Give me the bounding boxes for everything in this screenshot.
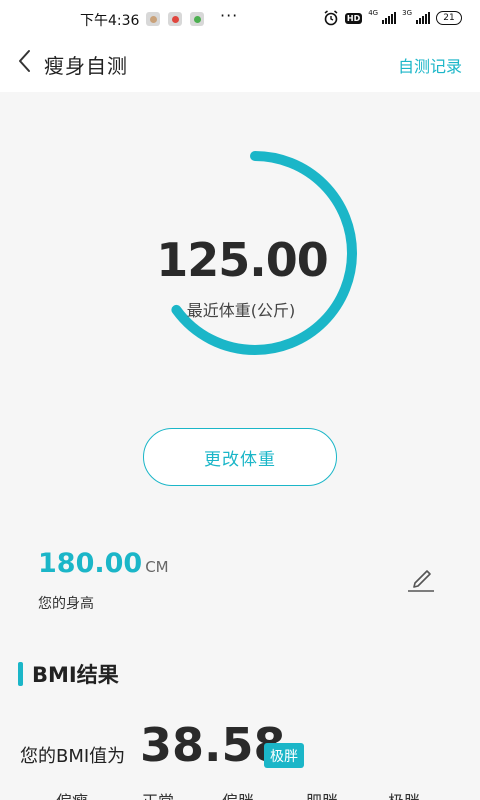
notification-app-icon [190, 12, 204, 26]
change-weight-button[interactable]: 更改体重 [143, 428, 337, 486]
page-title: 瘦身自测 [44, 54, 128, 78]
battery-icon: 21 [436, 11, 462, 25]
bmi-scale-label: 偏胖 [222, 788, 254, 800]
notification-app-icon [168, 12, 182, 26]
self-test-record-link[interactable]: 自测记录 [398, 53, 462, 77]
header: 瘦身自测 自测记录 [0, 38, 480, 90]
bmi-section-title: BMI结果 [32, 663, 119, 687]
network-3g-label: 3G [402, 9, 412, 17]
height-label: 您的身高 [38, 596, 94, 612]
signal-icon [382, 12, 397, 24]
bmi-scale-label: 正常 [142, 788, 174, 800]
more-notifications-icon: ··· [220, 6, 239, 25]
system-icons: HD 4G 3G 21 [323, 9, 462, 26]
notification-app-icon [146, 12, 160, 26]
bmi-scale-label: 极胖 [388, 788, 420, 800]
status-time: 下午4:36 [80, 13, 140, 29]
height-value: 180.00 [38, 548, 143, 579]
network-4g-label: 4G [368, 9, 379, 17]
height-display: 180.00 CM [38, 548, 169, 579]
bmi-category-badge: 极胖 [264, 743, 304, 768]
bmi-scale-label: 偏瘦 [56, 788, 88, 800]
signal-icon [416, 12, 430, 24]
bmi-scale: 偏瘦 正常 偏胖 肥胖 极胖 [0, 788, 480, 800]
alarm-icon [324, 10, 338, 26]
notification-icons [146, 12, 204, 26]
hd-badge: HD [344, 12, 363, 24]
back-arrow-icon[interactable] [16, 48, 34, 74]
bmi-scale-label: 肥胖 [306, 788, 338, 800]
edit-height-icon[interactable] [406, 563, 436, 593]
current-weight-value: 125.00 [156, 233, 329, 287]
height-unit: CM [145, 558, 169, 576]
status-bar: 下午4:36 ··· HD 4G 3G 21 [0, 0, 480, 38]
bmi-prefix-text: 您的BMI值为 [20, 746, 126, 767]
section-accent-bar [18, 662, 23, 686]
current-weight-label: 最近体重(公斤) [186, 301, 296, 320]
